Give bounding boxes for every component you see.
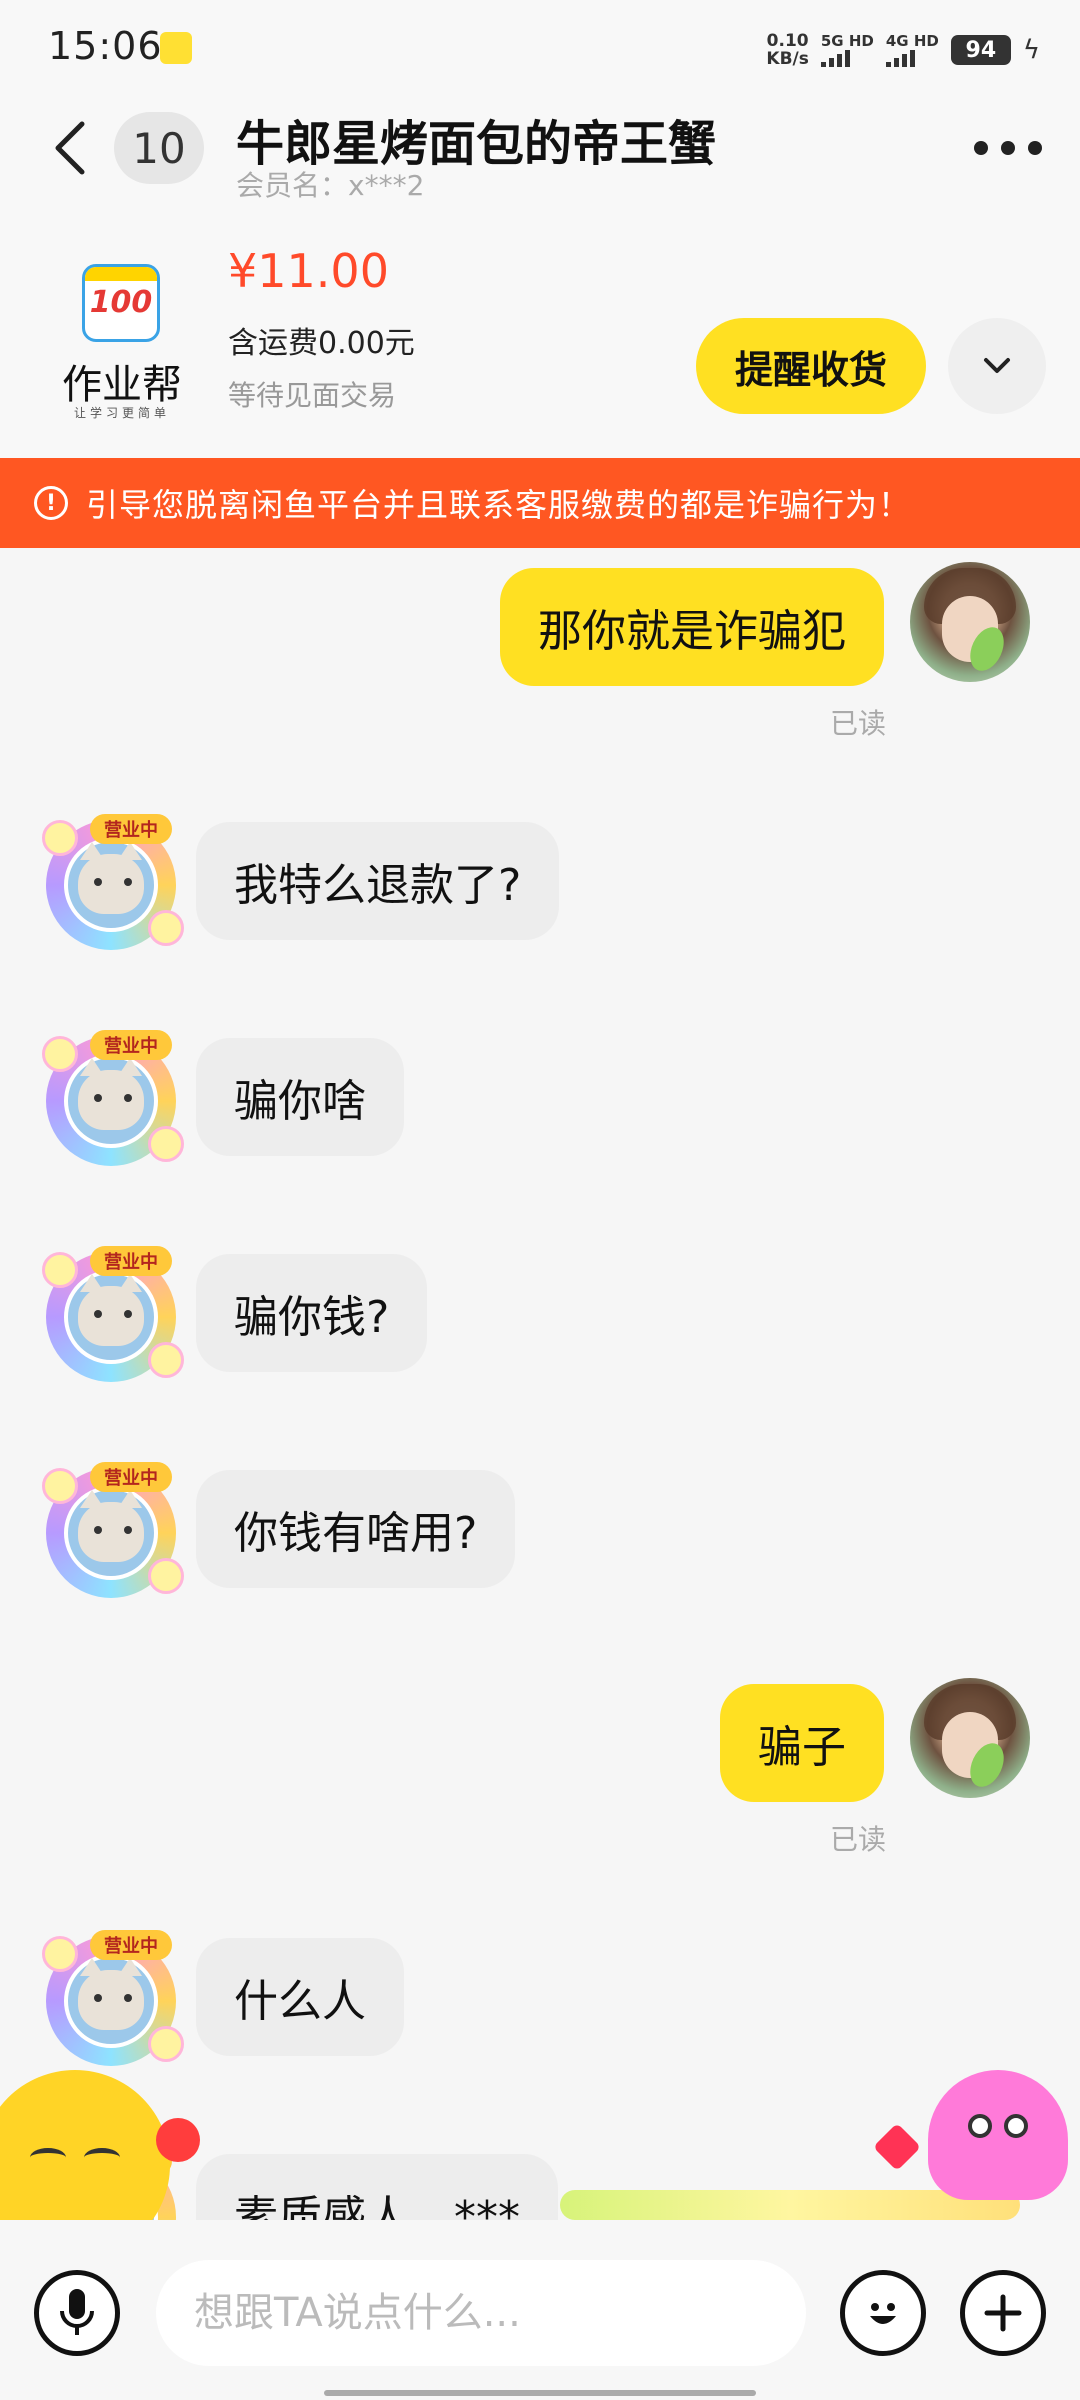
contact-avatar[interactable]: 营业中 [42,1460,184,1600]
chevron-left-icon[interactable] [44,118,104,178]
remind-receipt-button[interactable]: 提醒收货 [696,318,926,414]
network-speed-unit: KB/s [766,49,809,69]
fraud-warning-banner: ! 引导您脱离闲鱼平台并且联系客服缴费的都是诈骗行为！ [0,458,1080,548]
avatar-status-tag: 营业中 [90,1462,172,1492]
sim1-label: 5G HD [820,32,874,50]
more-horizontal-icon[interactable] [974,136,1042,160]
my-avatar[interactable] [910,1678,1030,1798]
sun-mascot-decoration [0,2060,220,2260]
message-bubble-incoming[interactable]: 素质感人，*** [196,2154,558,2220]
avatar-status-tag: 营业中 [90,1246,172,1276]
message-bubble-incoming[interactable]: 骗你啥 [196,1038,404,1156]
shipping-fee: 含运费0.00元 [228,326,415,361]
logo-text: 作业帮 [62,362,182,408]
status-indicators: 0.10 KB/s 5G HD 4G HD 94 ϟ [766,28,1040,72]
product-price: ¥11.00 [228,244,389,298]
expand-button[interactable] [948,318,1046,414]
contact-avatar[interactable]: 营业中 [42,1244,184,1384]
contact-avatar[interactable]: 营业中 [42,1028,184,1168]
read-status: 已读 [829,707,886,740]
contact-avatar[interactable]: 营业中 [42,812,184,952]
sim1-signal-icon: 5G HD [820,32,874,67]
microphone-icon [60,2289,94,2335]
charging-icon: ϟ [1022,35,1040,65]
unread-count-badge[interactable]: 10 [114,112,204,184]
avatar-status-tag: 营业中 [90,1930,172,1960]
notification-app-icon [160,32,192,64]
member-name: 会员名：x***2 [236,169,425,202]
status-bar: 15:06 0.10 KB/s 5G HD 4G HD 94 ϟ [0,0,1080,96]
emoji-button[interactable] [840,2270,926,2356]
warning-text: 引导您脱离闲鱼平台并且联系客服缴费的都是诈骗行为！ [86,486,912,524]
status-time: 15:06 [48,24,163,68]
my-avatar[interactable] [910,562,1030,682]
plus-button[interactable] [960,2270,1046,2356]
message-bubble-outgoing[interactable]: 骗子 [720,1684,884,1802]
message-input[interactable] [156,2260,806,2366]
product-card[interactable]: 100 作业帮 让学习更简单 ¥11.00 含运费0.00元 等待见面交易 提醒… [0,214,1080,458]
octopus-mascot-decoration [860,2060,1080,2240]
plus-icon [984,2294,1022,2332]
network-speed: 0.10 KB/s [766,32,808,68]
exclamation-circle-icon: ! [34,486,68,520]
microphone-button[interactable] [34,2270,120,2356]
smiley-icon [870,2303,896,2324]
trade-status: 等待见面交易 [228,379,397,412]
logo-number: 100 [89,285,153,320]
logo-subtext: 让学习更简单 [73,406,170,420]
chevron-down-icon [984,358,1010,373]
message-bubble-incoming[interactable]: 什么人 [196,1938,404,2056]
home-indicator[interactable] [324,2390,756,2396]
message-bubble-incoming[interactable]: 你钱有啥用? [196,1470,516,1588]
sim2-signal-icon: 4G HD [885,32,939,67]
contact-avatar[interactable]: 营业中 [42,1928,184,2068]
product-image[interactable]: 100 作业帮 让学习更简单 [52,264,192,434]
read-status: 已读 [829,1823,886,1856]
message-bubble-incoming[interactable]: 骗你钱? [196,1254,428,1372]
input-bar [0,2220,1080,2400]
message-bubble-outgoing[interactable]: 那你就是诈骗犯 [500,568,884,686]
chat-header: 10 牛郎星烤面包的帝王蟹 会员名：x***2 [0,96,1080,214]
sim2-label: 4G HD [885,32,939,50]
app-logo-icon: 100 [82,264,160,342]
message-list[interactable]: 那你就是诈骗犯 已读 营业中 我特么退款了? 营业中 骗你啥 营业中 骗你钱? … [0,548,1080,2220]
avatar-status-tag: 营业中 [90,814,172,844]
avatar-status-tag: 营业中 [90,1030,172,1060]
network-speed-value: 0.10 [766,31,809,51]
battery-icon: 94 [950,35,1011,65]
message-bubble-incoming[interactable]: 我特么退款了? [196,822,560,940]
